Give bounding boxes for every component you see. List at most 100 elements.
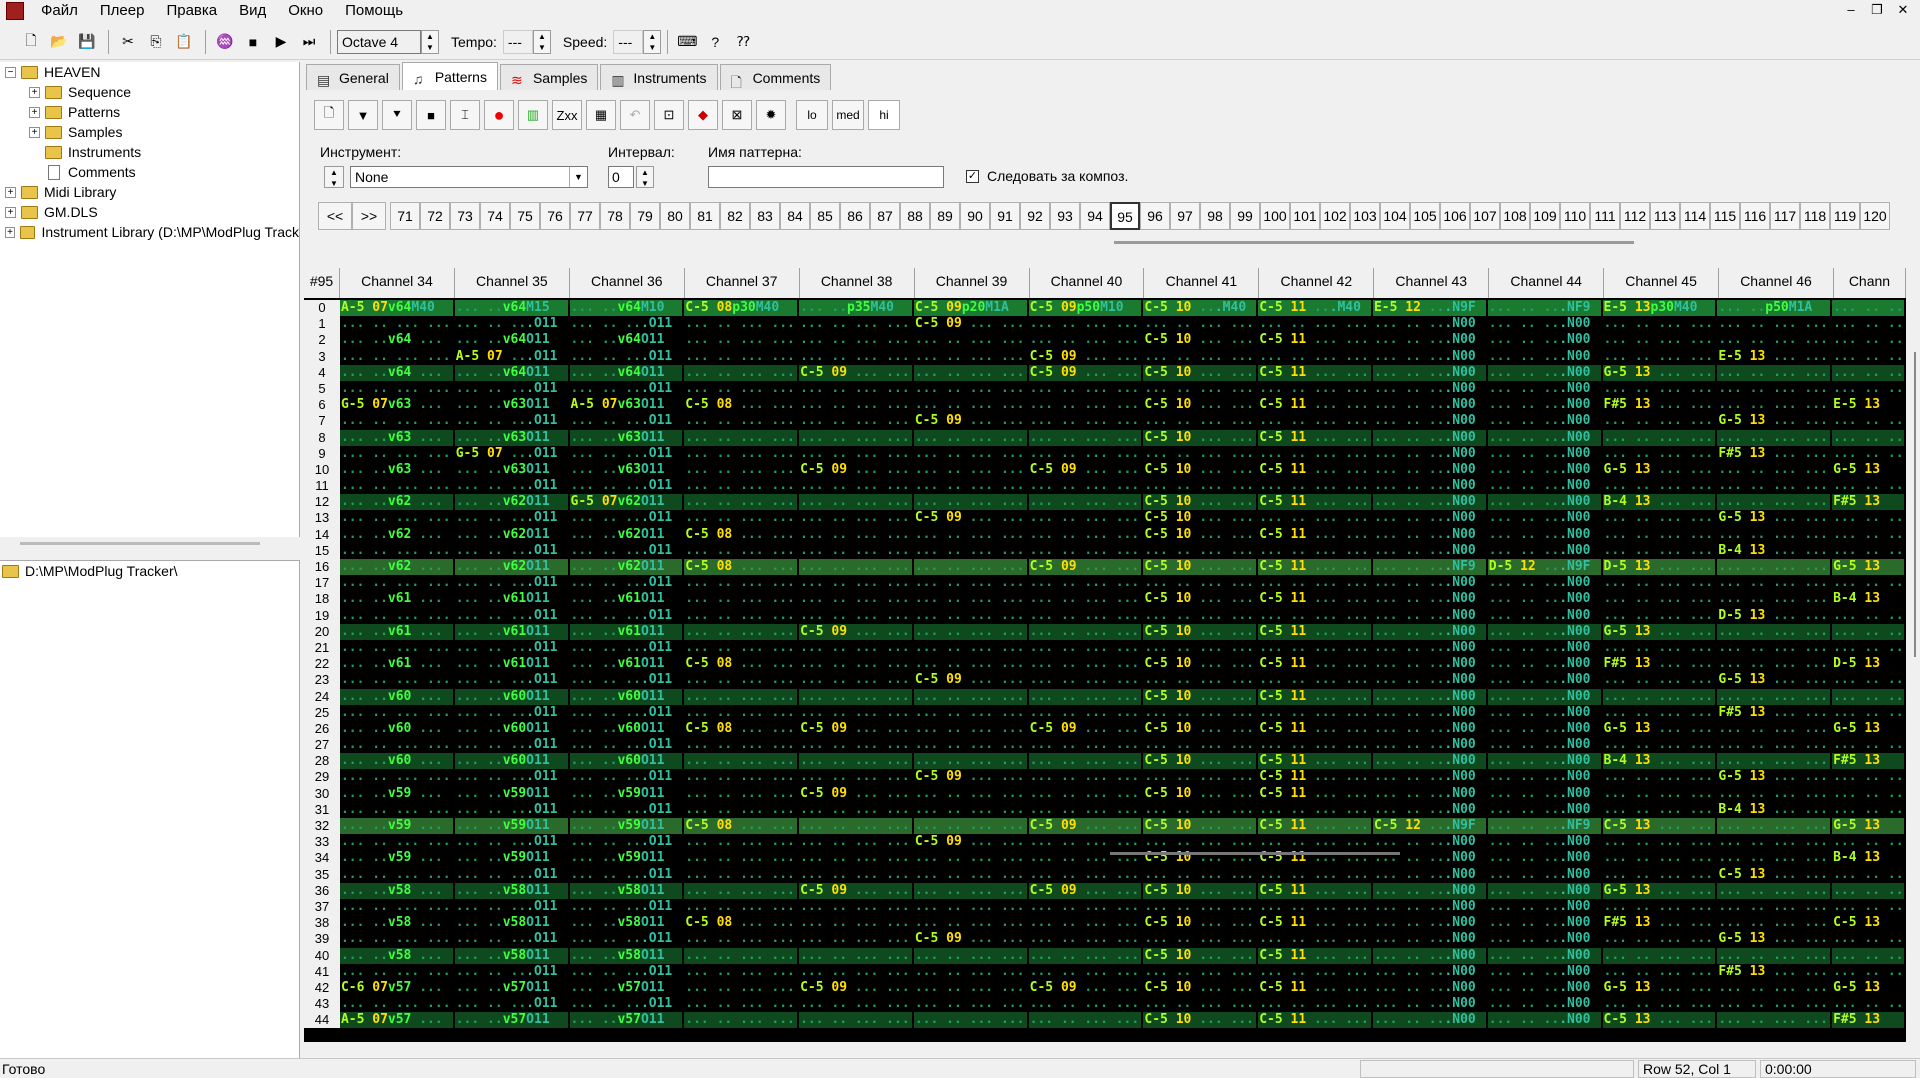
pattern-cell[interactable]: ... ..v61O11 [454,656,568,673]
pattern-cell[interactable]: C-5 09 ... ... [1028,364,1142,381]
pattern-cell[interactable]: ... .. ... [1832,413,1904,430]
pattern-cell[interactable]: ... .. ... ... [1028,834,1142,851]
pattern-cell[interactable]: ... .. ...O11 [454,996,568,1013]
pattern-cell[interactable]: ... .. ... ... [1602,316,1716,333]
pattern-cell[interactable]: C-5 11 ... ... [1258,332,1371,349]
pattern-cell[interactable]: ... .. ... ... [1602,591,1716,608]
pattern-cell[interactable]: ... ..v58 ... [339,882,453,899]
pattern-cell[interactable]: ... .. ... ... [1717,947,1831,964]
pattern-cell[interactable]: C-5 11 ... ... [1258,769,1371,786]
pattern-cell[interactable]: ... .. ...O11 [569,866,683,883]
menu-view[interactable]: Вид [228,0,277,22]
pattern-cell[interactable]: ... ..v60O11 [454,720,568,738]
pattern-row[interactable]: 10... ..v63 ...... ..v63O11... ..v63O11.… [304,461,1906,479]
pattern-cell[interactable]: ... .. ...N00 [1487,704,1601,721]
pattern-cell[interactable]: ... .. ... ... [1717,1012,1831,1029]
pattern-cell[interactable]: C-5 09 ... ... [913,510,1027,527]
pattern-cell[interactable]: ... .. ... ... [913,623,1027,640]
about-icon[interactable]: ? [702,29,728,55]
octave-spinner[interactable]: ▲ ▼ [421,29,439,54]
tree-item[interactable]: Instruments [0,142,299,162]
pattern-cell[interactable]: ... .. ... ... [913,898,1027,916]
pattern-cell[interactable]: D-5 13 [1832,656,1904,673]
pattern-cell[interactable]: ... .. ... ... [1602,607,1716,624]
pattern-cell[interactable]: C-5 09 ... ... [1028,559,1142,576]
pattern-cell[interactable]: ... .. ... ... [913,704,1027,721]
pattern-cell[interactable]: ... ..v58O11 [454,915,568,932]
order-item[interactable]: 118 [1800,202,1830,230]
pattern-cell[interactable]: ... ..v57O11 [454,1012,568,1029]
pattern-cell[interactable]: ... .. ...N00 [1372,413,1486,430]
pattern-cell[interactable]: ... .. ... ... [913,332,1027,349]
pattern-cell[interactable]: ... ..v63O11 [569,461,683,479]
pattern-cell[interactable]: ... .. ... ... [799,429,912,446]
order-item[interactable]: 111 [1590,202,1620,230]
pattern-cell[interactable]: ... .. ...N00 [1487,478,1601,495]
tab-patterns[interactable]: ♫ Patterns [401,62,498,90]
menu-help[interactable]: Помощь [334,0,414,22]
pattern-cell[interactable]: ... .. ...N00 [1487,866,1601,883]
pattern-cell[interactable]: ... .. ...O11 [454,672,568,689]
pattern-cell[interactable]: ... .. ...N00 [1487,947,1601,964]
pattern-cell[interactable]: ... .. ... ... [339,542,453,559]
pattern-cell[interactable]: C-5 10 ... ... [1143,947,1257,964]
pattern-cell[interactable]: ... .. ... ... [913,478,1027,495]
pattern-cell[interactable]: ... .. ...N00 [1372,526,1486,543]
order-item[interactable]: 97 [1170,202,1200,230]
pattern-cell[interactable]: ... .. ... ... [684,785,798,802]
order-item[interactable]: 101 [1290,202,1320,230]
pattern-cell[interactable]: ... .. ...N00 [1372,348,1486,365]
pattern-cell[interactable]: ... .. ... ... [1028,898,1142,916]
pattern-cell[interactable]: ... .. ...O11 [569,478,683,495]
pattern-cell[interactable]: ... .. ...N00 [1372,445,1486,462]
pattern-cell[interactable]: D-5 13 ... ... [1602,559,1716,576]
pattern-cell[interactable]: ... .. ... ... [1143,737,1257,754]
pattern-cell[interactable]: C-5 09 ... ... [799,364,912,381]
pattern-cell[interactable]: ... ..v60 ... [339,720,453,738]
pattern-cell[interactable]: ... .. ... ... [1143,769,1257,786]
pattern-cell[interactable]: ... .. ...N00 [1372,979,1486,997]
pattern-cell[interactable]: ... .. ...N00 [1487,850,1601,867]
pattern-cell[interactable]: ... .. ...N00 [1372,720,1486,738]
order-item[interactable]: 79 [630,202,660,230]
order-item[interactable]: 92 [1020,202,1050,230]
pattern-cell[interactable]: ... .. ... ... [1602,542,1716,559]
pattern-cell[interactable]: ... .. ... ... [1028,688,1142,705]
pattern-cell[interactable]: C-5 08 ... ... [684,559,798,576]
pattern-cell[interactable]: ... .. ... ... [1143,801,1257,818]
pattern-cell[interactable]: ... .. ...N00 [1487,413,1601,430]
pattern-cell[interactable]: C-5 11 ... ... [1258,915,1371,932]
pattern-cell[interactable]: ... .. ... ... [1143,834,1257,851]
pattern-cell[interactable]: ... .. ... ... [1717,380,1831,398]
pattern-cell[interactable]: ... .. ... ... [799,575,912,592]
pattern-cell[interactable]: ... .. ... ... [339,316,453,333]
pattern-cell[interactable]: ... .. ... ... [1028,639,1142,657]
hi-button[interactable]: hi [868,100,900,130]
pattern-cell[interactable]: ... .. ... [1832,445,1904,462]
pattern-name-input[interactable] [708,166,944,188]
pattern-cell[interactable]: ... .. ... ... [1602,348,1716,365]
new-pattern-icon[interactable]: 🗋 [314,100,344,130]
order-item[interactable]: 80 [660,202,690,230]
pattern-cell[interactable]: ... .. ... ... [913,753,1027,770]
pattern-cell[interactable]: ... .. ... ... [913,850,1027,867]
pattern-cell[interactable]: C-5 09 ... ... [913,672,1027,689]
pattern-row[interactable]: 14... ..v62 ...... ..v62O11... ..v62O11 C… [304,526,1906,543]
pattern-cell[interactable]: ... .. ... ... [684,348,798,365]
new-file-icon[interactable]: 🗋 [18,29,44,55]
pattern-cell[interactable]: ... .. ... ... [1028,429,1142,446]
pattern-row[interactable]: 15... .. ... ...... .. ...O11... .. ...O… [304,542,1906,559]
pattern-cell[interactable]: ... .. ... ... [1717,915,1831,932]
stop-icon[interactable]: ■ [240,29,266,55]
pattern-cell[interactable]: ... .. ...N00 [1372,623,1486,640]
pattern-cell[interactable]: ... .. ...O11 [569,898,683,916]
pattern-cell[interactable]: ... .. ... ... [1028,542,1142,559]
pattern-cell[interactable]: ... ..v63 ... [339,429,453,446]
pattern-cell[interactable]: ... .. ...O11 [454,607,568,624]
pattern-cell[interactable]: ... .. ...O11 [569,575,683,592]
pattern-cell[interactable]: ... .. ... ... [1717,316,1831,333]
pattern-cell[interactable]: C-5 09 ... ... [799,461,912,479]
pattern-cell[interactable]: ... .. ... ... [1143,866,1257,883]
pattern-cell[interactable]: ... .. ... ... [684,510,798,527]
pattern-cell[interactable]: ... .. ... ... [799,688,912,705]
